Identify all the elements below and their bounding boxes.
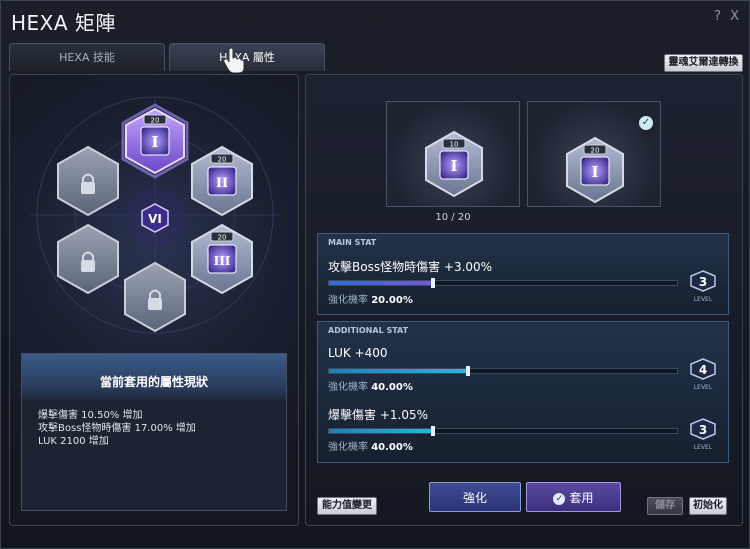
center-emblem-icon: VI <box>125 188 185 248</box>
additional-stat-level-badge: 4 LEVEL <box>688 358 718 391</box>
save-button[interactable]: 儲存 <box>647 497 683 515</box>
progress-marker <box>431 426 436 436</box>
close-icon[interactable]: X <box>730 9 739 24</box>
check-icon: ✓ <box>553 492 566 505</box>
main-stat-name: 攻擊Boss怪物時傷害 +3.00% <box>328 260 493 274</box>
hex-node-3[interactable]: III 20 <box>191 223 253 295</box>
additional-stat-panel: ADDITIONAL STAT LUK +400 強化機率 40.00% 4 L… <box>317 321 729 463</box>
tab-hexa-skill[interactable]: HEXA 技能 <box>9 43 165 71</box>
reset-button[interactable]: 初始化 <box>689 497 727 515</box>
main-stat-rate: 強化機率 20.00% <box>328 295 413 306</box>
level-word: LEVEL <box>693 444 713 451</box>
progress-fill <box>329 429 434 433</box>
node-symbol: II <box>216 176 228 191</box>
main-stat-progress-bar <box>328 278 678 288</box>
preview-symbol: I <box>450 157 457 175</box>
node-level-badge: 20 <box>218 234 227 242</box>
node-symbol: I <box>151 133 158 151</box>
level-word: LEVEL <box>693 296 713 303</box>
main-stat-panel: MAIN STAT 攻擊Boss怪物時傷害 +3.00% 強化機率 20.00%… <box>317 233 729 315</box>
title-bar[interactable]: HEXA 矩陣 ? X <box>1 1 750 37</box>
preview-level-text: 10 / 20 <box>435 212 471 223</box>
check-icon: ✓ <box>639 116 653 130</box>
node-level-badge: 20 <box>218 156 227 164</box>
apply-button[interactable]: ✓ 套用 <box>526 482 621 512</box>
preview-symbol: I <box>591 163 598 181</box>
level-hex-icon: 4 <box>690 358 716 380</box>
help-icon[interactable]: ? <box>714 9 721 24</box>
hex-grid: I 20 II 20 III 20 VI <box>30 95 280 335</box>
hex-node-locked[interactable] <box>57 145 119 217</box>
hex-node-2[interactable]: II 20 <box>191 145 253 217</box>
preview-card-current[interactable]: I 10 <box>386 101 520 207</box>
hand-cursor-icon <box>223 47 245 73</box>
additional-stat-name: 爆擊傷害 +1.05% <box>328 408 428 422</box>
progress-fill <box>329 369 469 373</box>
progress-fill <box>329 281 434 285</box>
additional-stat-tag: ADDITIONAL STAT <box>328 326 409 335</box>
additional-stat-rate: 強化機率 40.00% <box>328 382 413 393</box>
hexa-matrix-window: HEXA 矩陣 ? X HEXA 技能 HEXA 屬性 靈魂艾爾達轉換 I 20… <box>0 0 750 549</box>
additional-stat-progress-bar <box>328 366 678 376</box>
center-symbol: VI <box>148 212 162 226</box>
main-stat-tag: MAIN STAT <box>328 238 377 247</box>
tab-hexa-stat[interactable]: HEXA 屬性 <box>169 43 325 71</box>
preview-badge: 20 <box>591 147 600 155</box>
level-hex-icon: 3 <box>690 418 716 440</box>
main-stat-level-badge: 3 LEVEL <box>688 270 718 303</box>
enhance-button[interactable]: 強化 <box>429 482 521 512</box>
node-symbol: III <box>214 254 231 268</box>
additional-stat-rate: 強化機率 40.00% <box>328 442 413 453</box>
additional-stat-name: LUK +400 <box>328 346 388 360</box>
progress-marker <box>466 366 471 376</box>
level-hex-icon: 3 <box>690 270 716 292</box>
hex-node-1[interactable]: I 20 <box>121 103 189 179</box>
hex-node-locked[interactable] <box>57 223 119 295</box>
hex-node-locked[interactable] <box>124 261 186 333</box>
svg-text:3: 3 <box>699 423 707 437</box>
additional-stat-progress-bar <box>328 426 678 436</box>
soul-erda-convert-button[interactable]: 靈魂艾爾達轉換 <box>664 54 743 72</box>
current-stat-status-box: 當前套用的屬性現狀 爆擊傷害 10.50% 增加 攻擊Boss怪物時傷害 17.… <box>21 353 287 511</box>
level-word: LEVEL <box>693 384 713 391</box>
svg-text:3: 3 <box>699 275 707 289</box>
node-level-badge: 20 <box>151 117 160 125</box>
preview-hex: I 10 <box>425 130 483 198</box>
stat-change-button[interactable]: 能力值變更 <box>317 497 377 515</box>
status-line: LUK 2100 增加 <box>38 436 109 447</box>
svg-text:4: 4 <box>699 363 707 377</box>
progress-marker <box>431 278 436 288</box>
window-title: HEXA 矩陣 <box>11 11 116 35</box>
preview-badge: 10 <box>450 141 459 149</box>
status-title: 當前套用的屬性現狀 <box>99 375 208 389</box>
additional-stat-level-badge: 3 LEVEL <box>688 418 718 451</box>
